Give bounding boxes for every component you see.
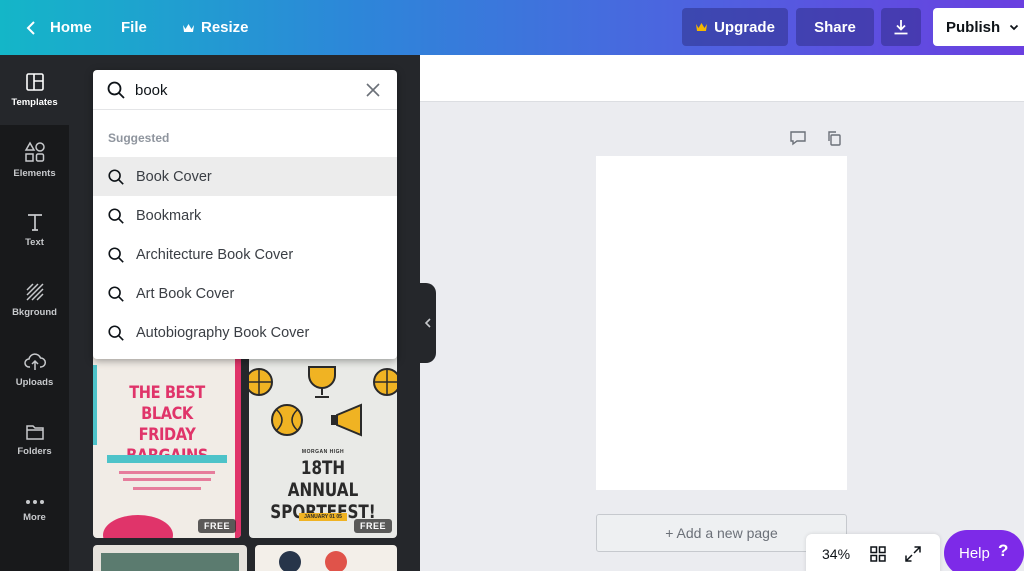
suggestion-item[interactable]: Autobiography Book Cover (93, 313, 397, 352)
suggested-heading: Suggested (108, 131, 170, 145)
free-badge: FREE (353, 519, 392, 533)
suggestion-label: Book Cover (136, 168, 212, 185)
suggestion-item[interactable]: Architecture Book Cover (93, 235, 397, 274)
suggestion-label: Autobiography Book Cover (136, 324, 310, 341)
publish-button[interactable]: Publish (933, 8, 1024, 46)
grid-view-icon[interactable] (869, 545, 887, 563)
suggestion-item[interactable]: Book Cover (93, 157, 397, 196)
search-icon (108, 168, 124, 185)
home-label: Home (50, 19, 92, 36)
home-button[interactable]: Home (22, 0, 92, 55)
help-button[interactable]: Help ? (944, 530, 1024, 571)
rail-label: Text (25, 237, 44, 248)
zoom-level[interactable]: 34% (822, 546, 850, 562)
upgrade-button[interactable]: Upgrade (682, 8, 788, 46)
rail-label: Folders (17, 446, 52, 457)
close-icon[interactable] (365, 82, 381, 98)
elements-icon (24, 141, 45, 162)
publish-label: Publish (946, 18, 1001, 36)
search-icon (108, 246, 124, 263)
folder-icon (25, 425, 44, 440)
design-page[interactable] (596, 156, 847, 490)
rail-item-text[interactable]: Text (0, 195, 69, 265)
editor-toolbar (420, 55, 1024, 102)
question-icon: ? (998, 541, 1009, 560)
rail-item-elements[interactable]: Elements (0, 125, 69, 195)
share-button[interactable]: Share (796, 8, 874, 46)
suggestion-item[interactable]: Art Book Cover (93, 274, 397, 313)
zoom-controls: 34% (806, 534, 940, 571)
suggestion-item[interactable]: Bookmark (93, 196, 397, 235)
suggestion-label: Art Book Cover (136, 285, 235, 302)
background-icon (25, 283, 44, 301)
chevron-left-icon (26, 20, 35, 35)
templates-icon (25, 73, 44, 91)
rail-label: More (23, 512, 46, 523)
resize-label: Resize (201, 19, 249, 36)
search-bar (93, 70, 397, 110)
help-label: Help (959, 544, 990, 562)
search-icon (108, 324, 124, 341)
uploads-icon (23, 353, 46, 370)
rail-item-background[interactable]: Bkground (0, 265, 69, 335)
template-thumbnail-sportfest[interactable]: MORGAN HIGH 18TH ANNUAL SPORTFEST! JANUA… (249, 345, 397, 538)
share-label: Share (814, 18, 856, 36)
template-subtitle: MORGAN HIGH (301, 449, 345, 455)
fullscreen-icon[interactable] (904, 545, 922, 563)
template-date: JANUARY 01 05 (299, 513, 347, 521)
search-icon (108, 285, 124, 302)
download-button[interactable] (881, 8, 921, 46)
rail-item-templates[interactable]: Templates (0, 55, 69, 125)
rail-item-folders[interactable]: Folders (0, 405, 69, 475)
upgrade-label: Upgrade (714, 18, 775, 36)
rail-label: Bkground (12, 307, 57, 318)
rail-label: Elements (13, 168, 56, 179)
sports-illustration (249, 366, 397, 437)
search-input[interactable] (135, 80, 355, 100)
rail-label: Uploads (15, 377, 54, 388)
rail-item-more[interactable]: More (0, 475, 69, 545)
download-icon (894, 20, 908, 35)
search-dropdown: Suggested Book Cover Bookmark Architectu… (93, 70, 397, 359)
search-icon (108, 207, 124, 224)
template-thumbnail-black-friday[interactable]: THE BEST BLACK FRIDAY BARGAINS FREE (93, 345, 241, 538)
crown-icon (183, 23, 194, 32)
collapse-panel-handle[interactable] (420, 283, 436, 363)
crown-icon (696, 23, 708, 31)
top-bar: Home File Resize Upgrade Share Publish (0, 0, 1024, 55)
text-icon (27, 214, 42, 231)
chevron-left-icon (424, 318, 431, 328)
free-badge: FREE (197, 519, 236, 533)
search-icon (107, 81, 125, 99)
comment-icon[interactable] (789, 130, 807, 146)
file-label: File (121, 19, 147, 36)
more-icon (25, 500, 44, 504)
chevron-down-icon (1010, 24, 1019, 31)
file-menu[interactable]: File (121, 0, 147, 55)
suggestion-label: Architecture Book Cover (136, 246, 294, 263)
left-rail: Templates Elements Text Bkground Uploads… (0, 55, 69, 571)
rail-label: Templates (11, 97, 58, 108)
resize-button[interactable]: Resize (182, 0, 249, 55)
template-thumbnail[interactable] (255, 545, 397, 571)
template-thumbnail[interactable] (93, 545, 247, 571)
suggestion-label: Bookmark (136, 207, 202, 224)
rail-item-uploads[interactable]: Uploads (0, 335, 69, 405)
duplicate-page-icon[interactable] (826, 130, 842, 146)
